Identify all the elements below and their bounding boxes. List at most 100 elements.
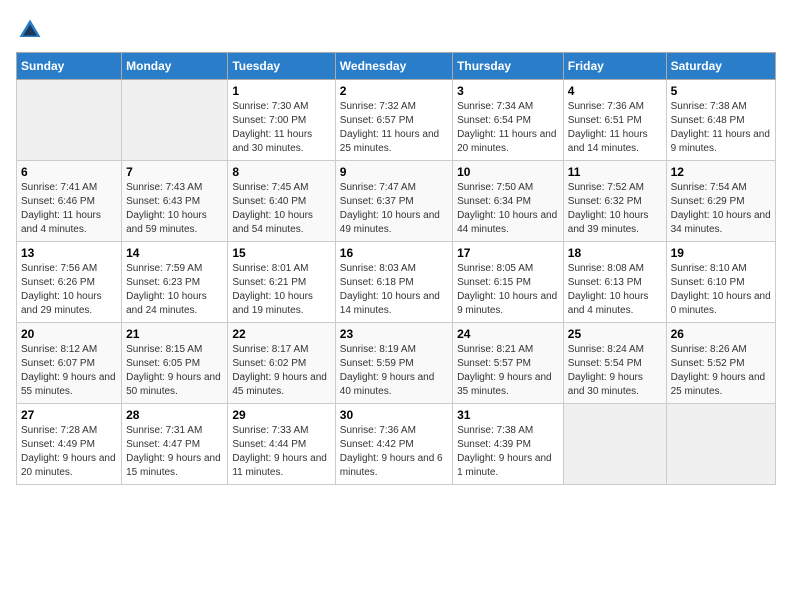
day-info: Sunrise: 8:12 AMSunset: 6:07 PMDaylight:… bbox=[21, 343, 117, 399]
day-cell bbox=[666, 404, 775, 485]
day-number: 30 bbox=[340, 408, 448, 422]
day-info: Sunrise: 7:32 AMSunset: 6:57 PMDaylight:… bbox=[340, 100, 448, 156]
day-cell: 14 Sunrise: 7:59 AMSunset: 6:23 PMDayligh… bbox=[122, 242, 228, 323]
day-cell: 11 Sunrise: 7:52 AMSunset: 6:32 PMDayligh… bbox=[563, 161, 666, 242]
day-info: Sunrise: 8:08 AMSunset: 6:13 PMDaylight:… bbox=[568, 262, 662, 318]
day-number: 5 bbox=[671, 84, 771, 98]
day-info: Sunrise: 7:36 AMSunset: 6:51 PMDaylight:… bbox=[568, 100, 662, 156]
col-header-tuesday: Tuesday bbox=[228, 53, 335, 80]
day-cell: 27 Sunrise: 7:28 AMSunset: 4:49 PMDayligh… bbox=[17, 404, 122, 485]
day-cell: 29 Sunrise: 7:33 AMSunset: 4:44 PMDayligh… bbox=[228, 404, 335, 485]
day-cell: 24 Sunrise: 8:21 AMSunset: 5:57 PMDayligh… bbox=[453, 323, 564, 404]
day-info: Sunrise: 8:19 AMSunset: 5:59 PMDaylight:… bbox=[340, 343, 448, 399]
day-info: Sunrise: 8:01 AMSunset: 6:21 PMDaylight:… bbox=[232, 262, 330, 318]
day-info: Sunrise: 7:56 AMSunset: 6:26 PMDaylight:… bbox=[21, 262, 117, 318]
day-number: 23 bbox=[340, 327, 448, 341]
day-number: 18 bbox=[568, 246, 662, 260]
day-number: 14 bbox=[126, 246, 223, 260]
day-number: 13 bbox=[21, 246, 117, 260]
day-number: 12 bbox=[671, 165, 771, 179]
day-number: 1 bbox=[232, 84, 330, 98]
col-header-sunday: Sunday bbox=[17, 53, 122, 80]
day-info: Sunrise: 7:41 AMSunset: 6:46 PMDaylight:… bbox=[21, 181, 117, 237]
day-info: Sunrise: 7:52 AMSunset: 6:32 PMDaylight:… bbox=[568, 181, 662, 237]
day-info: Sunrise: 7:45 AMSunset: 6:40 PMDaylight:… bbox=[232, 181, 330, 237]
day-info: Sunrise: 8:03 AMSunset: 6:18 PMDaylight:… bbox=[340, 262, 448, 318]
day-number: 8 bbox=[232, 165, 330, 179]
day-cell: 9 Sunrise: 7:47 AMSunset: 6:37 PMDaylight… bbox=[335, 161, 452, 242]
week-row-4: 20Sunrise: 8:12 AMSunset: 6:07 PMDayligh… bbox=[17, 323, 776, 404]
header-row: SundayMondayTuesdayWednesdayThursdayFrid… bbox=[17, 53, 776, 80]
logo-icon bbox=[16, 16, 44, 44]
day-cell bbox=[122, 80, 228, 161]
day-number: 4 bbox=[568, 84, 662, 98]
day-info: Sunrise: 8:15 AMSunset: 6:05 PMDaylight:… bbox=[126, 343, 223, 399]
day-cell: 16 Sunrise: 8:03 AMSunset: 6:18 PMDayligh… bbox=[335, 242, 452, 323]
day-number: 16 bbox=[340, 246, 448, 260]
day-cell: 10 Sunrise: 7:50 AMSunset: 6:34 PMDayligh… bbox=[453, 161, 564, 242]
day-number: 27 bbox=[21, 408, 117, 422]
day-info: Sunrise: 7:30 AMSunset: 7:00 PMDaylight:… bbox=[232, 100, 330, 156]
day-number: 3 bbox=[457, 84, 559, 98]
day-cell: 6 Sunrise: 7:41 AMSunset: 6:46 PMDaylight… bbox=[17, 161, 122, 242]
day-cell bbox=[17, 80, 122, 161]
week-row-3: 13 Sunrise: 7:56 AMSunset: 6:26 PMDayligh… bbox=[17, 242, 776, 323]
day-cell: 7 Sunrise: 7:43 AMSunset: 6:43 PMDaylight… bbox=[122, 161, 228, 242]
day-number: 26 bbox=[671, 327, 771, 341]
page-header bbox=[16, 16, 776, 44]
day-info: Sunrise: 7:33 AMSunset: 4:44 PMDaylight:… bbox=[232, 424, 330, 480]
day-info: Sunrise: 7:38 AMSunset: 4:39 PMDaylight:… bbox=[457, 424, 559, 480]
week-row-2: 6 Sunrise: 7:41 AMSunset: 6:46 PMDaylight… bbox=[17, 161, 776, 242]
day-number: 6 bbox=[21, 165, 117, 179]
day-cell: 15 Sunrise: 8:01 AMSunset: 6:21 PMDayligh… bbox=[228, 242, 335, 323]
calendar-table: SundayMondayTuesdayWednesdayThursdayFrid… bbox=[16, 52, 776, 485]
day-info: Sunrise: 7:31 AMSunset: 4:47 PMDaylight:… bbox=[126, 424, 223, 480]
day-number: 2 bbox=[340, 84, 448, 98]
day-cell bbox=[563, 404, 666, 485]
day-number: 17 bbox=[457, 246, 559, 260]
day-number: 10 bbox=[457, 165, 559, 179]
day-cell: 25 Sunrise: 8:24 AMSunset: 5:54 PMDayligh… bbox=[563, 323, 666, 404]
col-header-wednesday: Wednesday bbox=[335, 53, 452, 80]
day-cell: 21Sunrise: 8:15 AMSunset: 6:05 PMDayligh… bbox=[122, 323, 228, 404]
day-info: Sunrise: 8:17 AMSunset: 6:02 PMDaylight:… bbox=[232, 343, 330, 399]
day-number: 15 bbox=[232, 246, 330, 260]
day-info: Sunrise: 7:47 AMSunset: 6:37 PMDaylight:… bbox=[340, 181, 448, 237]
day-cell: 3Sunrise: 7:34 AMSunset: 6:54 PMDaylight… bbox=[453, 80, 564, 161]
day-info: Sunrise: 8:24 AMSunset: 5:54 PMDaylight:… bbox=[568, 343, 662, 399]
day-info: Sunrise: 8:21 AMSunset: 5:57 PMDaylight:… bbox=[457, 343, 559, 399]
day-number: 9 bbox=[340, 165, 448, 179]
day-number: 25 bbox=[568, 327, 662, 341]
day-number: 11 bbox=[568, 165, 662, 179]
day-cell: 20Sunrise: 8:12 AMSunset: 6:07 PMDayligh… bbox=[17, 323, 122, 404]
day-cell: 23 Sunrise: 8:19 AMSunset: 5:59 PMDayligh… bbox=[335, 323, 452, 404]
day-info: Sunrise: 7:59 AMSunset: 6:23 PMDaylight:… bbox=[126, 262, 223, 318]
logo bbox=[16, 16, 48, 44]
day-cell: 1 Sunrise: 7:30 AMSunset: 7:00 PMDaylight… bbox=[228, 80, 335, 161]
day-cell: 30 Sunrise: 7:36 AMSunset: 4:42 PMDayligh… bbox=[335, 404, 452, 485]
day-info: Sunrise: 7:43 AMSunset: 6:43 PMDaylight:… bbox=[126, 181, 223, 237]
day-number: 28 bbox=[126, 408, 223, 422]
day-number: 7 bbox=[126, 165, 223, 179]
day-cell: 26Sunrise: 8:26 AMSunset: 5:52 PMDayligh… bbox=[666, 323, 775, 404]
col-header-friday: Friday bbox=[563, 53, 666, 80]
day-cell: 12 Sunrise: 7:54 AMSunset: 6:29 PMDayligh… bbox=[666, 161, 775, 242]
week-row-5: 27 Sunrise: 7:28 AMSunset: 4:49 PMDayligh… bbox=[17, 404, 776, 485]
day-cell: 22Sunrise: 8:17 AMSunset: 6:02 PMDayligh… bbox=[228, 323, 335, 404]
week-row-1: 1 Sunrise: 7:30 AMSunset: 7:00 PMDaylight… bbox=[17, 80, 776, 161]
day-cell: 31Sunrise: 7:38 AMSunset: 4:39 PMDayligh… bbox=[453, 404, 564, 485]
day-number: 29 bbox=[232, 408, 330, 422]
day-info: Sunrise: 7:28 AMSunset: 4:49 PMDaylight:… bbox=[21, 424, 117, 480]
day-number: 24 bbox=[457, 327, 559, 341]
day-cell: 28 Sunrise: 7:31 AMSunset: 4:47 PMDayligh… bbox=[122, 404, 228, 485]
day-number: 19 bbox=[671, 246, 771, 260]
day-info: Sunrise: 7:36 AMSunset: 4:42 PMDaylight:… bbox=[340, 424, 448, 480]
day-cell: 19Sunrise: 8:10 AMSunset: 6:10 PMDayligh… bbox=[666, 242, 775, 323]
day-info: Sunrise: 7:50 AMSunset: 6:34 PMDaylight:… bbox=[457, 181, 559, 237]
day-info: Sunrise: 7:38 AMSunset: 6:48 PMDaylight:… bbox=[671, 100, 771, 156]
day-info: Sunrise: 7:54 AMSunset: 6:29 PMDaylight:… bbox=[671, 181, 771, 237]
col-header-monday: Monday bbox=[122, 53, 228, 80]
day-cell: 5 Sunrise: 7:38 AMSunset: 6:48 PMDaylight… bbox=[666, 80, 775, 161]
day-cell: 18 Sunrise: 8:08 AMSunset: 6:13 PMDayligh… bbox=[563, 242, 666, 323]
day-cell: 17Sunrise: 8:05 AMSunset: 6:15 PMDayligh… bbox=[453, 242, 564, 323]
